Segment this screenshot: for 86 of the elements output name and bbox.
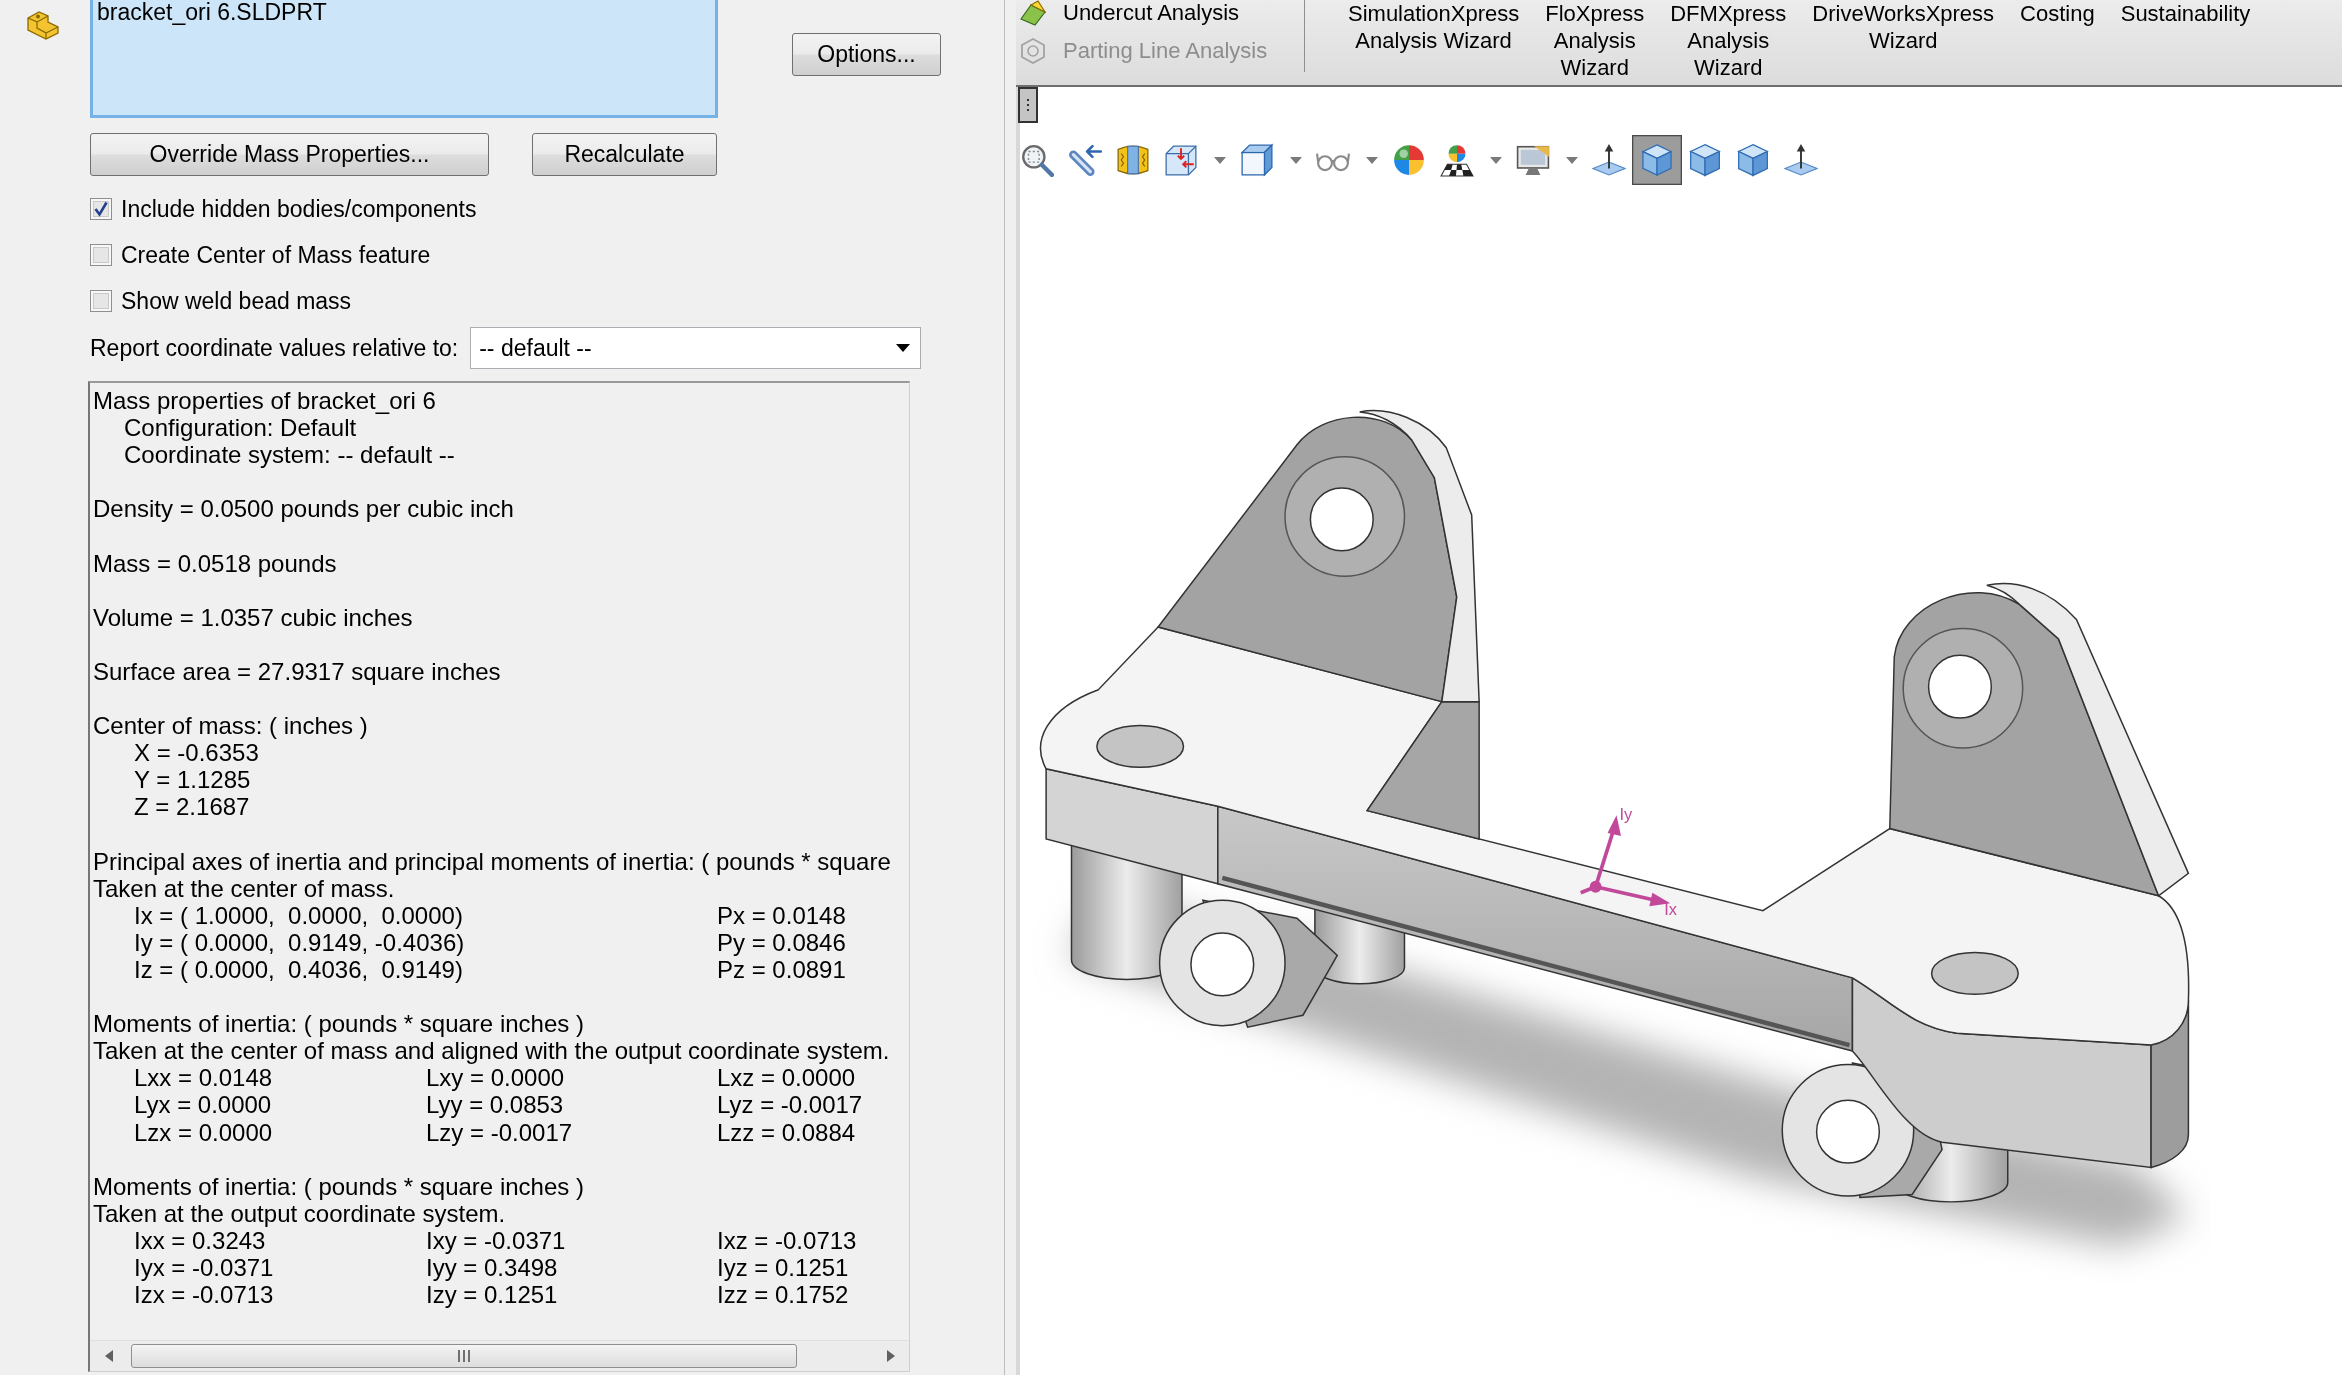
wizard-button[interactable]: DFMXpress Analysis Wizard bbox=[1660, 0, 1797, 81]
report-value: Lxx = 0.0148 bbox=[134, 1064, 273, 1092]
report-value: Ix = ( 1.0000, 0.0000, 0.0000) bbox=[134, 901, 463, 929]
caret-icon[interactable] bbox=[896, 344, 911, 352]
report-line: Moments of inertia: ( pounds * square inches ) bbox=[93, 1172, 584, 1200]
cube-icon[interactable] bbox=[1688, 143, 1722, 177]
report-value: Lyy = 0.0853 bbox=[426, 1091, 564, 1119]
cube-icon[interactable] bbox=[1736, 143, 1770, 177]
wedge-icon bbox=[1020, 0, 1046, 26]
color-sphere-icon[interactable] bbox=[1392, 143, 1426, 177]
checkbox-label[interactable]: Create Center of Mass feature bbox=[121, 241, 431, 269]
coordinate-dropdown[interactable]: -- default -- bbox=[470, 327, 922, 369]
horizontal-scrollbar[interactable] bbox=[90, 1340, 909, 1371]
report-value: Iyy = 0.3498 bbox=[426, 1254, 558, 1282]
checkbox-label[interactable]: Include hidden bodies/components bbox=[121, 195, 477, 223]
axis-label: Iy bbox=[1619, 804, 1633, 823]
override-button[interactable]: Override Mass Properties... bbox=[90, 133, 489, 176]
report-line: Taken at the output coordinate system. bbox=[93, 1199, 506, 1227]
field-label: Report coordinate values relative to: bbox=[90, 334, 459, 362]
selection-list-box[interactable]: bracket_ori 6.SLDPRT bbox=[90, 0, 718, 118]
report-value: Z = 2.1687 bbox=[134, 793, 250, 821]
cube-icon[interactable] bbox=[1632, 135, 1682, 185]
report-value: Izx = -0.0713 bbox=[134, 1281, 274, 1309]
report-line: Moments of inertia: ( pounds * square inches ) bbox=[93, 1010, 584, 1038]
wizard-button[interactable]: FloXpress Analysis Wizard bbox=[1535, 0, 1655, 81]
wizard-button[interactable]: Sustainability bbox=[2110, 0, 2261, 27]
report-line: Mass properties of bracket_ori 6 bbox=[93, 387, 436, 415]
wizard-button[interactable]: DriveWorksXpress Wizard bbox=[1802, 0, 2005, 54]
checkbox[interactable] bbox=[90, 290, 112, 312]
report-line: Surface area = 27.9317 square inches bbox=[93, 657, 501, 686]
report-value: Lzy = -0.0017 bbox=[426, 1118, 573, 1146]
report-value: Lyx = 0.0000 bbox=[134, 1091, 272, 1119]
report-line: Volume = 1.0357 cubic inches bbox=[93, 603, 413, 631]
recalculate-button[interactable]: Recalculate bbox=[532, 133, 717, 176]
report-value: Px = 0.0148 bbox=[717, 901, 846, 929]
report-value: Izy = 0.1251 bbox=[426, 1281, 558, 1309]
options-button[interactable]: Options... bbox=[792, 33, 941, 76]
report-value: Lxy = 0.0000 bbox=[426, 1064, 565, 1092]
hexagon-icon bbox=[1020, 38, 1046, 64]
report-value: Ixx = 0.3243 bbox=[134, 1226, 266, 1254]
report-value: Py = 0.0846 bbox=[717, 928, 846, 956]
handle-icon[interactable] bbox=[1018, 87, 1038, 123]
report-value: Lzz = 0.0884 bbox=[717, 1118, 856, 1146]
scrollbar-thumb[interactable] bbox=[131, 1344, 797, 1368]
report-line: Center of mass: ( inches ) bbox=[93, 712, 368, 740]
cube-arrows-icon[interactable] bbox=[1164, 143, 1198, 177]
shaded-cube-icon[interactable] bbox=[1240, 143, 1274, 177]
report-line: Mass = 0.0518 pounds bbox=[93, 549, 337, 577]
report-value: Iz = ( 0.0000, 0.4036, 0.9149) bbox=[134, 955, 463, 984]
report-value: X = -0.6353 bbox=[134, 739, 259, 767]
report-value: Lzx = 0.0000 bbox=[134, 1118, 273, 1146]
wizard-button[interactable]: SimulationXpress Analysis Wizard bbox=[1338, 0, 1530, 54]
arrow-plane-icon[interactable] bbox=[1784, 143, 1818, 177]
cylinder-section-icon[interactable] bbox=[1116, 143, 1150, 177]
checkbox[interactable] bbox=[90, 198, 112, 220]
arrow-plane-icon[interactable] bbox=[1592, 143, 1626, 177]
report-line: Principal axes of inertia and principal moments of inertia: ( pounds * square bbox=[93, 847, 891, 875]
list-item[interactable]: bracket_ori 6.SLDPRT bbox=[97, 0, 711, 24]
magnifier-icon[interactable] bbox=[1020, 143, 1054, 177]
report-value: Lxz = 0.0000 bbox=[717, 1064, 856, 1092]
report-value: Ixy = -0.0371 bbox=[426, 1226, 566, 1254]
report-value: Ixz = -0.0713 bbox=[717, 1226, 857, 1254]
report-line: Coordinate system: -- default -- bbox=[124, 441, 455, 469]
graphics-area[interactable]: Iy Ix bbox=[1016, 87, 2342, 1375]
report-value: Iy = ( 0.0000, 0.9149, -0.4036) bbox=[134, 928, 465, 956]
axis-label: Ix bbox=[1664, 900, 1678, 919]
report-line: Taken at the center of mass and aligned with the output coordinate system. bbox=[93, 1037, 890, 1065]
sphere-floor-icon[interactable] bbox=[1440, 143, 1474, 177]
monitor-icon[interactable] bbox=[1516, 143, 1550, 177]
grip-icon bbox=[457, 1350, 471, 1362]
checkbox[interactable] bbox=[90, 244, 112, 266]
left-arrow-icon[interactable] bbox=[105, 1350, 113, 1362]
report-line: Configuration: Default bbox=[124, 414, 357, 442]
checkbox-label[interactable]: Show weld bead mass bbox=[121, 287, 352, 315]
report-value: Pz = 0.0891 bbox=[717, 955, 846, 984]
report-line: Taken at the center of mass. bbox=[93, 874, 395, 902]
ribbon-tool-button[interactable]: Undercut Analysis bbox=[1020, 0, 1304, 26]
report-value: Lyz = -0.0017 bbox=[717, 1091, 863, 1119]
report-line: Density = 0.0500 pounds per cubic inch bbox=[93, 495, 514, 523]
tube-arrow-icon[interactable] bbox=[1068, 143, 1102, 177]
report-value: Y = 1.1285 bbox=[134, 766, 251, 794]
wizard-button[interactable]: Costing bbox=[2010, 0, 2105, 27]
report-value: Iyz = 0.1251 bbox=[717, 1254, 849, 1282]
report-value: Iyx = -0.0371 bbox=[134, 1254, 274, 1282]
report-value: Izz = 0.1752 bbox=[717, 1281, 849, 1309]
right-arrow-icon[interactable] bbox=[887, 1350, 895, 1362]
